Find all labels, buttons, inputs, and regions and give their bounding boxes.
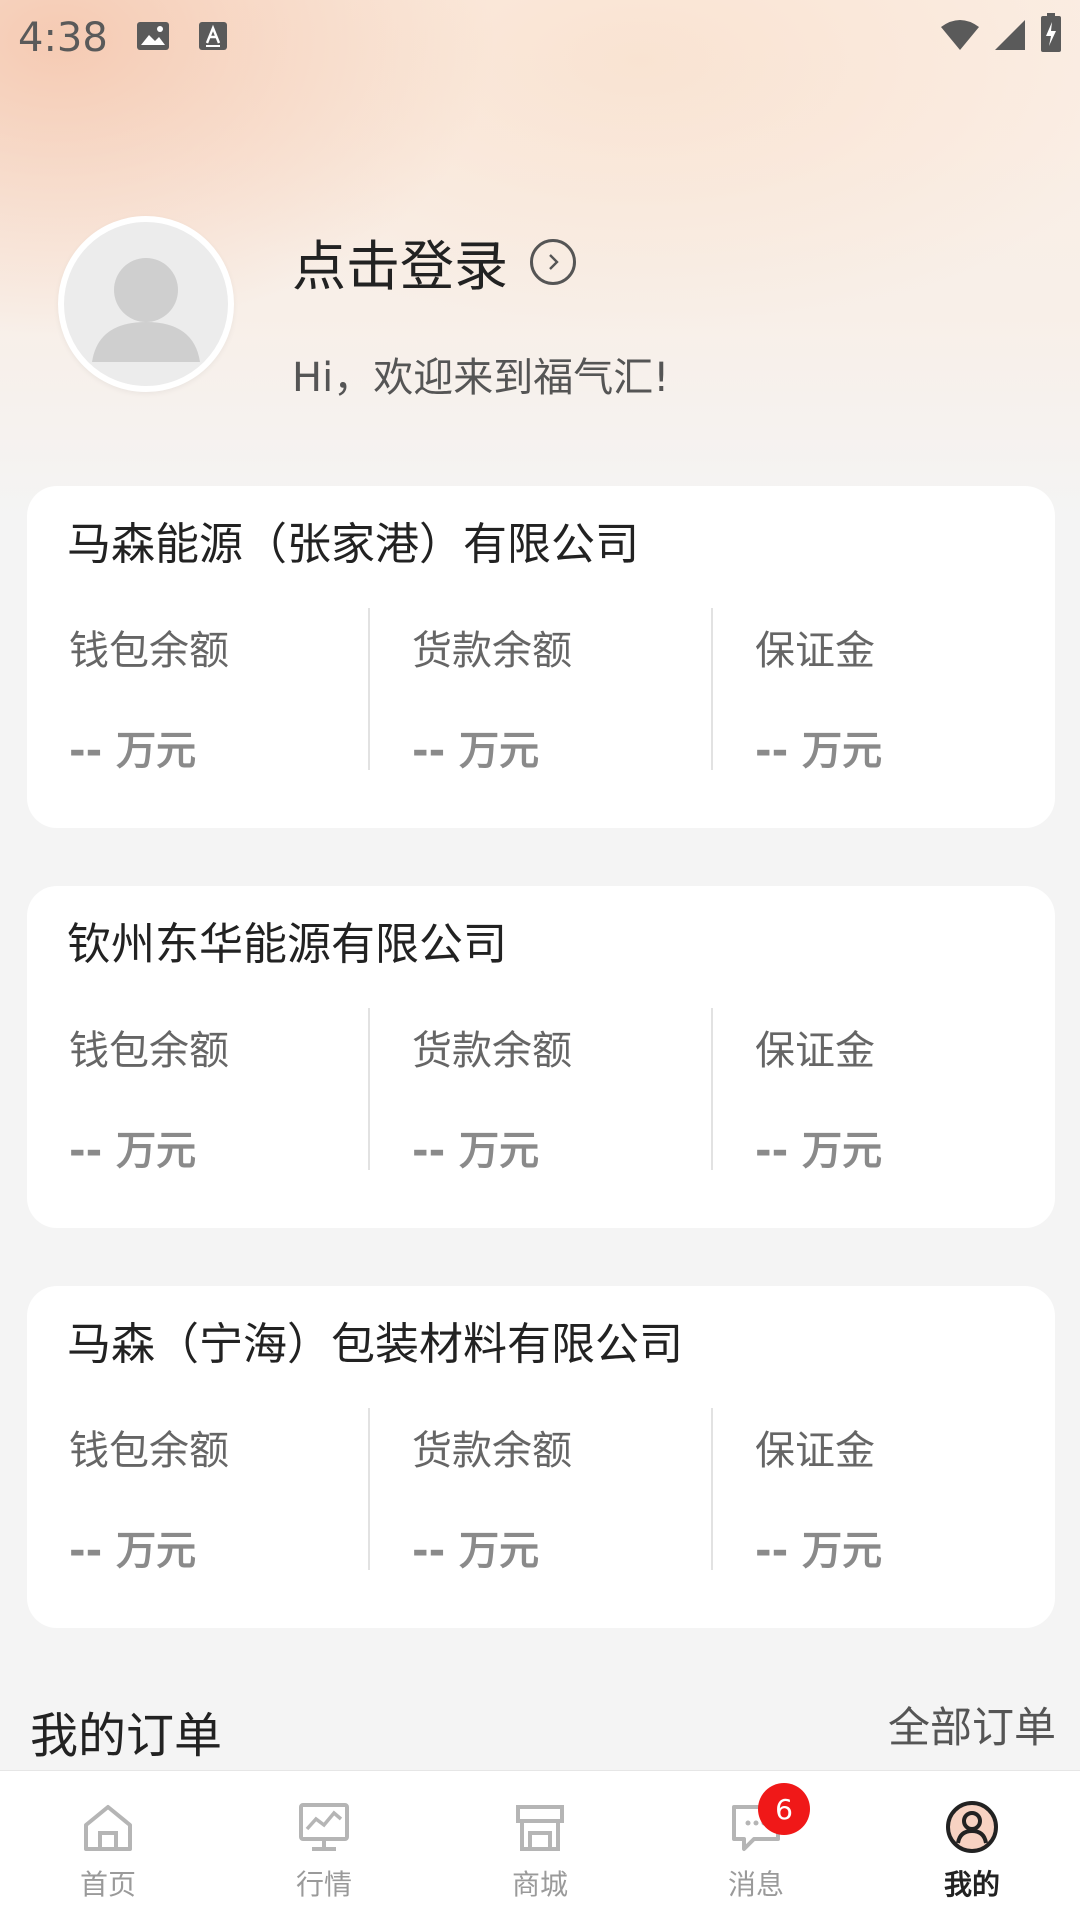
payment-balance[interactable]: 货款余额 -- 万元 — [370, 1408, 710, 1574]
metric-label: 货款余额 — [412, 1428, 572, 1474]
metric-label: 钱包余额 — [69, 1428, 229, 1474]
wifi-icon — [940, 15, 980, 61]
battery-charging-icon — [1040, 13, 1062, 63]
gallery-notification-icon — [136, 15, 170, 61]
company-card[interactable]: 钦州东华能源有限公司 钱包余额 -- 万元 货款余额 -- 万元 保证金 -- … — [27, 886, 1055, 1228]
metric-label: 保证金 — [755, 1028, 875, 1074]
tab-messages[interactable]: 6 消息 — [648, 1771, 864, 1921]
tab-profile[interactable]: 我的 — [864, 1771, 1080, 1921]
metric-value: -- 万元 — [755, 1128, 883, 1174]
wallet-balance[interactable]: 钱包余额 -- 万元 — [27, 608, 367, 774]
metric-value: -- 万元 — [412, 728, 540, 774]
login-label: 点击登录 — [292, 235, 508, 298]
orders-title: 我的订单 — [30, 1708, 223, 1764]
market-chart-icon — [299, 1803, 349, 1851]
a-notification-icon — [198, 15, 228, 61]
company-card[interactable]: 马森（宁海）包装材料有限公司 钱包余额 -- 万元 货款余额 -- 万元 保证金… — [27, 1286, 1055, 1628]
metric-label: 钱包余额 — [69, 628, 229, 674]
default-avatar-icon — [92, 258, 200, 362]
metric-value: -- 万元 — [755, 728, 883, 774]
status-bar: 4:38 — [0, 0, 1080, 76]
bottom-tab-bar: 首页 行情 商城 6 消息 我的 — [0, 1770, 1080, 1921]
metric-value: -- 万元 — [755, 1528, 883, 1574]
tab-market[interactable]: 行情 — [216, 1771, 432, 1921]
tab-label: 行情 — [295, 1868, 352, 1901]
wallet-balance[interactable]: 钱包余额 -- 万元 — [27, 1408, 367, 1574]
all-orders-link[interactable]: 全部订单 — [888, 1694, 1056, 1755]
unread-badge: 6 — [758, 1783, 810, 1835]
home-icon — [84, 1805, 132, 1851]
metric-label: 货款余额 — [412, 1028, 572, 1074]
company-name: 马森能源（张家港）有限公司 — [67, 519, 639, 570]
company-name: 马森（宁海）包装材料有限公司 — [67, 1319, 683, 1370]
tab-label: 消息 — [727, 1868, 784, 1901]
store-icon — [516, 1805, 564, 1851]
wallet-balance[interactable]: 钱包余额 -- 万元 — [27, 1008, 367, 1174]
deposit[interactable]: 保证金 -- 万元 — [713, 1008, 1053, 1174]
profile-icon — [946, 1801, 998, 1853]
tab-label: 首页 — [79, 1868, 136, 1901]
chevron-right-circle-icon — [530, 238, 576, 285]
metric-label: 钱包余额 — [69, 1028, 229, 1074]
login-link[interactable]: 点击登录 — [292, 222, 576, 301]
payment-balance[interactable]: 货款余额 -- 万元 — [370, 608, 710, 774]
payment-balance[interactable]: 货款余额 -- 万元 — [370, 1008, 710, 1174]
company-name: 钦州东华能源有限公司 — [67, 919, 507, 970]
tab-store[interactable]: 商城 — [432, 1771, 648, 1921]
status-time: 4:38 — [18, 15, 108, 61]
metric-value: -- 万元 — [412, 1528, 540, 1574]
company-card[interactable]: 马森能源（张家港）有限公司 钱包余额 -- 万元 货款余额 -- 万元 保证金 … — [27, 486, 1055, 828]
metric-value: -- 万元 — [69, 728, 197, 774]
tab-label: 商城 — [511, 1868, 568, 1901]
welcome-text: Hi，欢迎来到福气汇! — [292, 355, 670, 401]
metric-label: 保证金 — [755, 628, 875, 674]
metric-value: -- 万元 — [69, 1128, 197, 1174]
tab-label: 我的 — [943, 1868, 1000, 1901]
avatar[interactable] — [58, 216, 234, 392]
metric-label: 保证金 — [755, 1428, 875, 1474]
cell-signal-icon — [994, 15, 1026, 61]
metric-value: -- 万元 — [412, 1128, 540, 1174]
deposit[interactable]: 保证金 -- 万元 — [713, 1408, 1053, 1574]
metric-label: 货款余额 — [412, 628, 572, 674]
deposit[interactable]: 保证金 -- 万元 — [713, 608, 1053, 774]
tab-home[interactable]: 首页 — [0, 1771, 216, 1921]
metric-value: -- 万元 — [69, 1528, 197, 1574]
